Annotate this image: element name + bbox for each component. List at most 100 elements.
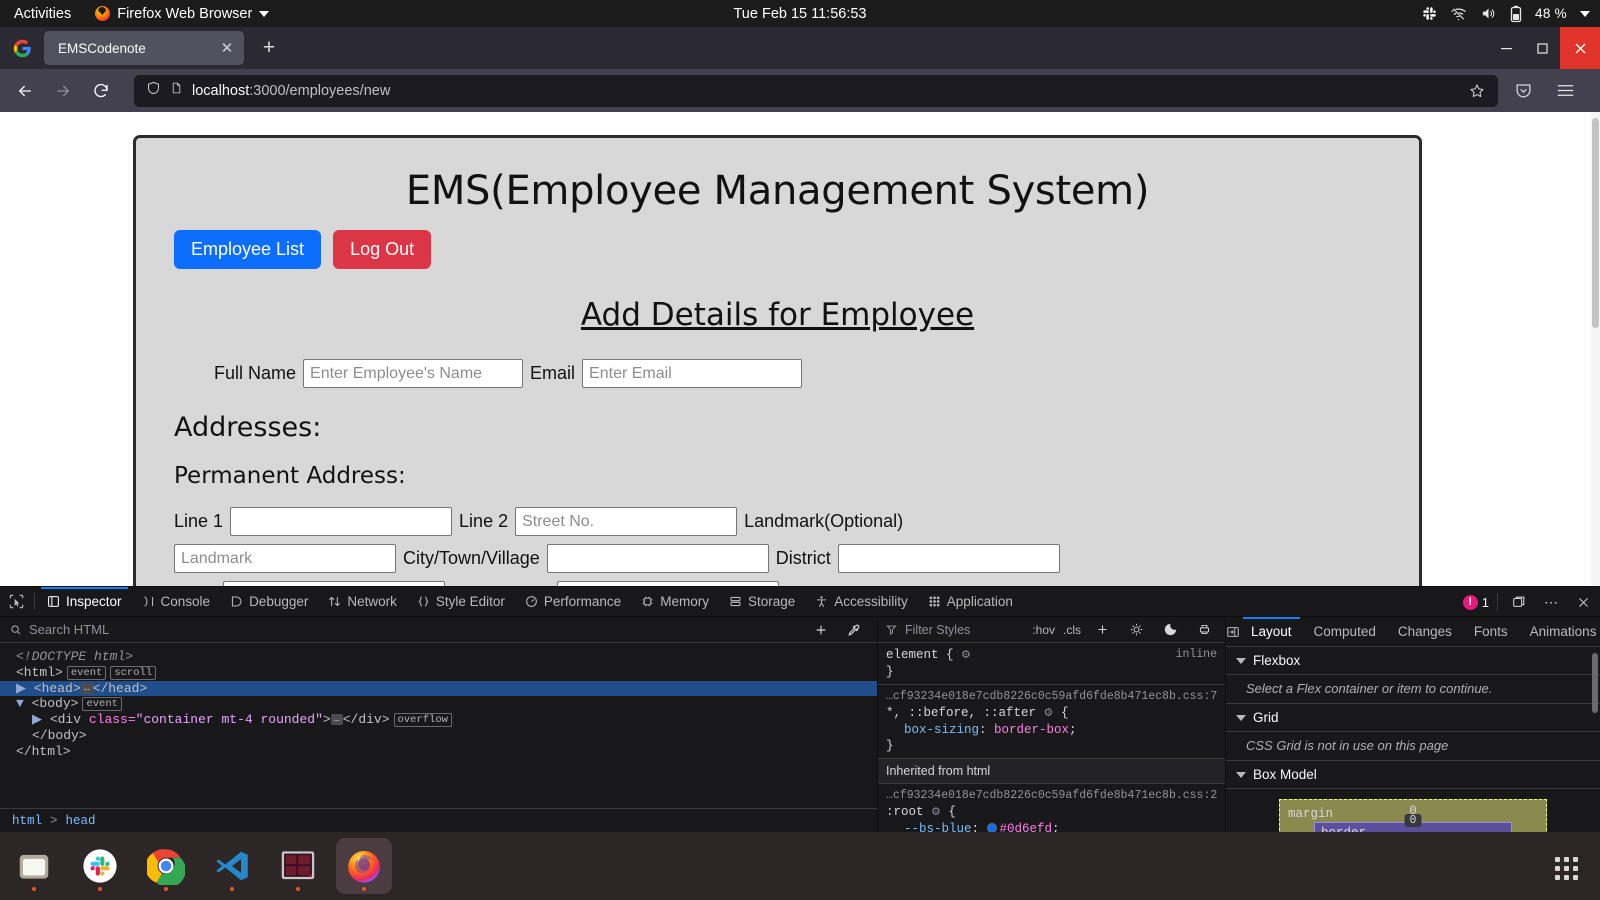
back-icon[interactable] [8,75,42,107]
split-view-icon[interactable] [1226,617,1240,646]
close-icon[interactable]: ✕ [218,39,236,57]
rule-element-inline[interactable]: inline element { ⚙ } [878,643,1225,685]
taskbar-item-files[interactable] [6,838,62,894]
color-swatch[interactable] [986,823,997,832]
page-info-icon[interactable] [170,80,183,101]
scrollbar-thumb[interactable] [1592,118,1599,328]
box-model-section-header[interactable]: Box Model [1226,761,1600,789]
rule-universal-box-sizing[interactable]: …cf93234e018e7cdb8226c0c59afd6fde8b471ec… [878,685,1225,759]
devtools-tab-memory[interactable]: Memory [631,587,719,616]
add-rule-icon[interactable] [1089,617,1115,643]
box-model-margin[interactable]: margin 0 border 0 [1279,799,1547,832]
log-out-button[interactable]: Log Out [333,230,432,269]
reload-icon[interactable] [84,75,118,107]
activities-button[interactable]: Activities [0,6,85,22]
breadcrumb[interactable]: html > head [0,808,877,832]
twisty-icon[interactable]: ▶ [32,712,42,727]
dark-scheme-icon[interactable] [1157,617,1183,643]
landmark-input[interactable] [174,544,396,573]
new-tab-button[interactable]: + [252,33,286,63]
gear-icon[interactable]: ⚙ [961,650,971,662]
devtools-tab-performance[interactable]: Performance [515,587,631,616]
rule-root-variables[interactable]: …cf93234e018e7cdb8226c0c59afd6fde8b471ec… [878,784,1225,832]
twisty-icon[interactable]: ▼ [16,696,24,711]
dock-position-icon[interactable] [1506,589,1532,615]
line1-input[interactable] [230,507,453,536]
full-name-input[interactable] [303,359,524,388]
system-status-area[interactable]: 48 % [1422,0,1590,27]
minimize-button[interactable] [1488,27,1524,69]
hover-state-button[interactable]: :hov [1032,623,1055,637]
markup-line-body[interactable]: ▼ <body> event [0,696,877,712]
shield-icon[interactable] [146,80,161,101]
grid-section-header[interactable]: Grid [1226,704,1600,732]
line2-input[interactable] [515,507,738,536]
markup-line-head[interactable]: ▶ <head>… </head> [0,680,877,697]
markup-tree[interactable]: <!DOCTYPE html> <html> event scroll ▶ <hea… [0,643,877,808]
chevron-down-icon[interactable] [1580,10,1590,17]
rules-list[interactable]: inline element { ⚙ } …cf93234e018e7cdb82… [878,643,1225,832]
twisty-icon[interactable]: ▶ [16,681,26,696]
devtools-tab-console[interactable]: Console [132,587,221,616]
save-to-pocket-icon[interactable] [1506,75,1540,107]
markup-line-html[interactable]: <html> event scroll [0,665,877,681]
taskbar-item-chrome[interactable] [138,838,194,894]
devtools-tab-application[interactable]: Application [918,587,1023,616]
light-scheme-icon[interactable] [1123,617,1149,643]
forward-icon[interactable] [46,75,80,107]
border-top-value[interactable]: 0 [1404,814,1422,827]
box-model-border[interactable]: border 0 [1314,814,1512,832]
gear-icon[interactable]: ⚙ [931,807,941,819]
eyedropper-icon[interactable] [841,617,867,643]
markup-line-container-div[interactable]: ▶ <div class="container mt-4 rounded">… <… [0,712,877,728]
rule-source-link[interactable]: …cf93234e018e7cdb8226c0c59afd6fde8b471ec… [886,689,1217,705]
chevron-down-icon [1236,657,1246,664]
maximize-button[interactable] [1524,27,1560,69]
district-input[interactable] [837,544,1060,573]
show-applications-button[interactable] [1555,857,1578,880]
devtools-tab-style-editor[interactable]: Style Editor [407,587,515,616]
hamburger-menu-icon[interactable] [1548,75,1582,107]
bookmark-star-icon[interactable] [1464,83,1490,99]
flexbox-section-header[interactable]: Flexbox [1226,647,1600,675]
add-node-icon[interactable] [808,617,834,643]
breadcrumb-item-html[interactable]: html [12,814,42,828]
city-input[interactable] [546,544,769,573]
class-panel-button[interactable]: .cls [1063,623,1081,637]
employee-list-button[interactable]: Employee List [174,230,322,269]
devtools-tab-debugger[interactable]: Debugger [220,587,318,616]
devtools-tab-accessibility[interactable]: Accessibility [805,587,918,616]
devtools-close-icon[interactable] [1570,589,1596,615]
taskbar-item-firefox[interactable] [336,838,392,894]
taskbar-item-terminal[interactable] [270,838,326,894]
layout-tab-changes[interactable]: Changes [1387,617,1463,646]
error-count: 1 [1481,594,1489,610]
breadcrumb-item-head[interactable]: head [66,814,96,828]
element-picker-icon[interactable] [0,587,32,616]
devtools-more-options-icon[interactable]: ⋯ [1538,589,1564,615]
taskbar-item-vscode[interactable] [204,838,260,894]
layout-tab-fonts[interactable]: Fonts [1463,617,1519,646]
page-scrollbar[interactable] [1591,112,1600,586]
print-media-icon[interactable] [1191,617,1217,643]
markup-search-bar[interactable]: Search HTML [0,617,877,643]
email-input[interactable] [582,359,803,388]
addresses-heading: Addresses: [174,412,322,443]
layout-tab-animations[interactable]: Animations [1519,617,1600,646]
url-bar[interactable]: localhost:3000/employees/new [134,74,1498,107]
layout-scrollbar-thumb[interactable] [1592,653,1598,713]
app-menu-button[interactable]: Firefox Web Browser [85,6,279,22]
close-window-button[interactable] [1560,27,1600,69]
gear-icon[interactable]: ⚙ [1044,708,1054,720]
browser-tab[interactable]: EMSCodenote ✕ [44,31,244,65]
devtools-panel: Inspector Console Debugger Network Style… [0,586,1600,832]
devtools-tab-inspector[interactable]: Inspector [37,587,132,616]
devtools-tab-network[interactable]: Network [318,587,407,616]
rule-source-link[interactable]: …cf93234e018e7cdb8226c0c59afd6fde8b471ec… [886,788,1217,804]
layout-tab-computed[interactable]: Computed [1303,617,1387,646]
layout-tab-layout[interactable]: Layout [1240,617,1303,646]
devtools-tab-storage[interactable]: Storage [719,587,805,616]
error-count-badge[interactable]: ! 1 [1462,594,1489,610]
taskbar-item-slack[interactable] [72,838,128,894]
filter-styles-placeholder[interactable]: Filter Styles [905,623,970,637]
